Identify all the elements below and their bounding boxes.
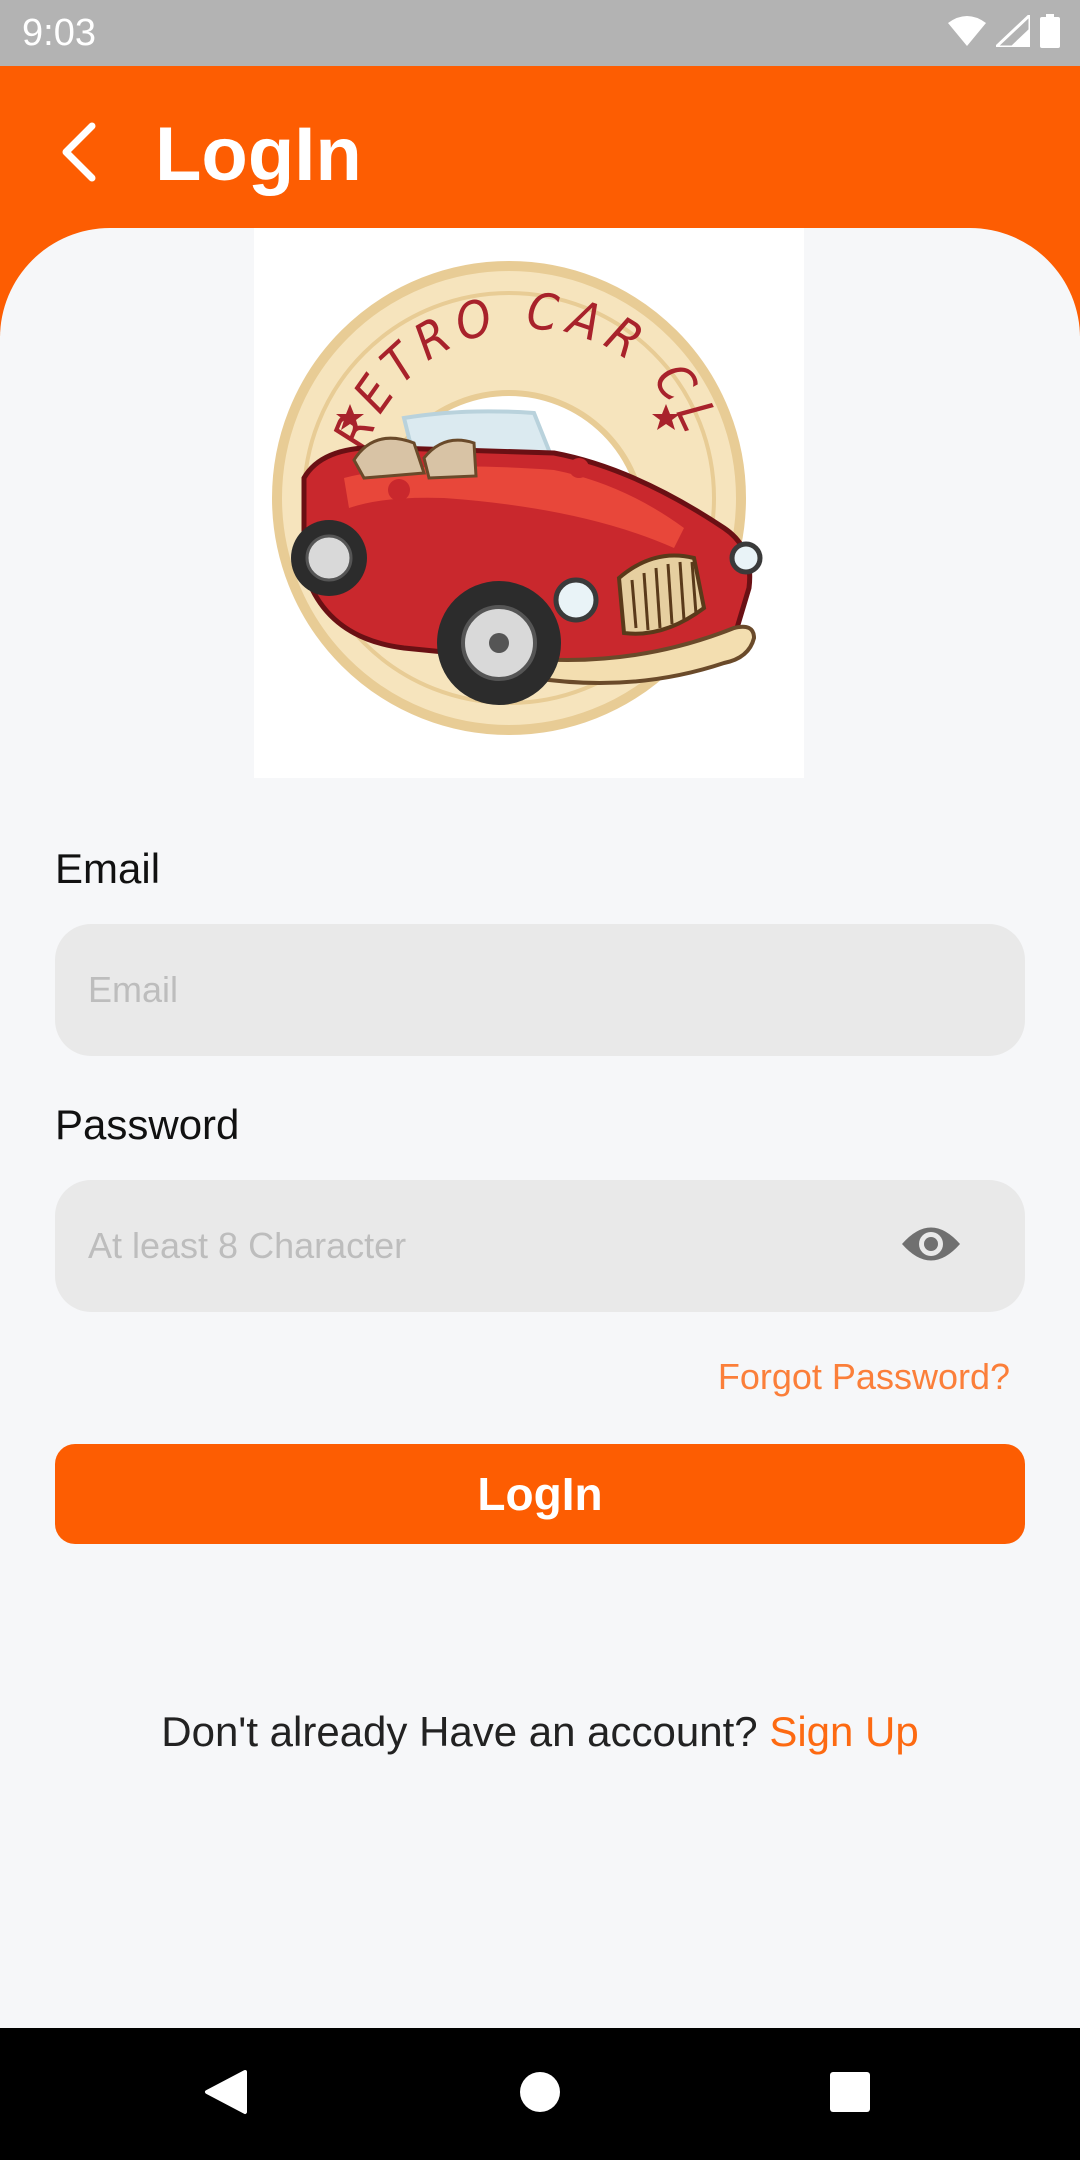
password-input[interactable] <box>88 1180 828 1312</box>
recents-square-icon <box>829 2071 871 2118</box>
back-button[interactable] <box>48 114 108 194</box>
back-triangle-icon <box>203 2068 249 2121</box>
battery-icon <box>1040 13 1060 53</box>
password-label: Password <box>55 1101 240 1148</box>
home-circle-icon <box>519 2071 561 2118</box>
page-title: LogIn <box>155 112 362 197</box>
forgot-password-link[interactable]: Forgot Password? <box>718 1354 1010 1400</box>
email-label: Email <box>55 845 161 892</box>
password-visibility-toggle[interactable] <box>899 1220 963 1272</box>
wifi-icon <box>948 15 986 52</box>
cellular-signal-icon <box>992 11 1032 52</box>
signup-link[interactable]: Sign Up <box>769 1708 918 1755</box>
status-bar: 9:03 <box>0 0 1080 66</box>
nav-recents-button[interactable] <box>820 2064 880 2124</box>
chevron-left-icon <box>58 122 98 187</box>
retro-car-logo: RETRO CAR CLUB <box>234 182 804 778</box>
signup-prompt: Don't already Have an account? Sign Up <box>0 1706 1080 1758</box>
signup-prompt-text: Don't already Have an account? <box>161 1708 758 1755</box>
login-button[interactable]: LogIn <box>55 1444 1025 1544</box>
email-input[interactable] <box>88 924 908 1056</box>
nav-home-button[interactable] <box>510 2064 570 2124</box>
password-field-container <box>55 1180 1025 1312</box>
status-time: 9:03 <box>22 12 96 54</box>
system-nav-bar <box>0 2028 1080 2160</box>
nav-back-button[interactable] <box>196 2064 256 2124</box>
email-field-container <box>55 924 1025 1056</box>
eye-icon <box>900 1223 962 1270</box>
status-icons <box>948 11 1060 53</box>
